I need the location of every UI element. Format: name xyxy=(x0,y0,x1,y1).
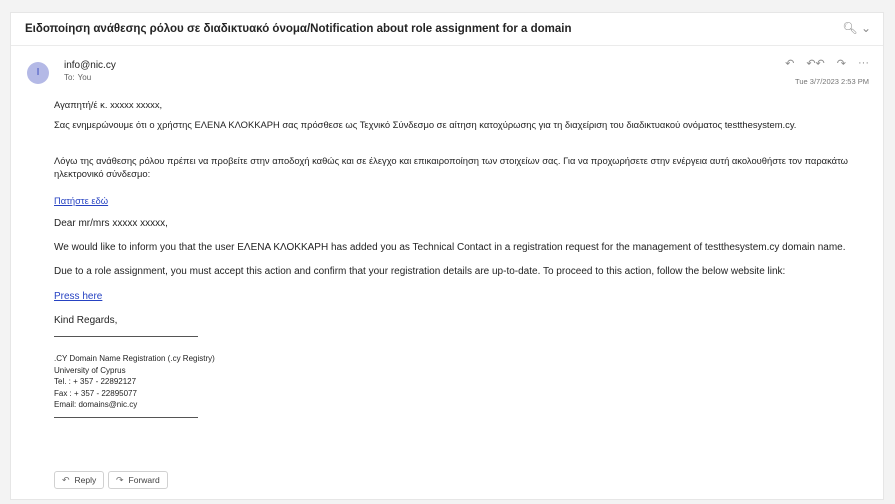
signature-university: University of Cyprus xyxy=(54,365,126,375)
greek-greeting: Αγαπητή/έ κ. xxxxx xxxxx, xyxy=(54,99,163,110)
email-subject: Ειδοποίηση ανάθεσης ρόλου σε διαδικτυακό… xyxy=(25,23,572,35)
closing-text: Kind Regards, xyxy=(54,315,118,326)
signature-fax: Fax : + 357 - 22895077 xyxy=(54,388,137,398)
english-paragraph-1: We would like to inform you that the use… xyxy=(54,242,846,253)
greek-paragraph-2: Λόγω της ανάθεσης ρόλου πρέπει να προβεί… xyxy=(54,155,848,179)
english-paragraph-2: Due to a role assignment, you must accep… xyxy=(54,266,786,277)
english-greeting: Dear mr/mrs xxxxx xxxxx, xyxy=(54,218,168,229)
signature-block: .CY Domain Name Registration (.cy Regist… xyxy=(54,353,215,411)
reply-icon: ↶ xyxy=(62,474,70,485)
reply-icon[interactable]: ↶ xyxy=(785,57,794,70)
forward-button-label: Forward xyxy=(128,475,160,485)
signature-divider-top xyxy=(54,336,198,337)
forward-icon[interactable]: ↷ xyxy=(837,57,846,70)
greek-link[interactable]: Πατήστε εδώ xyxy=(54,195,108,208)
signature-email: Email: domains@nic.cy xyxy=(54,400,138,409)
zoom-icon[interactable]: 🔍︎ xyxy=(842,21,857,35)
signature-tel: Tel. : + 357 - 22892127 xyxy=(54,377,137,386)
timestamp: Tue 3/7/2023 2:53 PM xyxy=(795,77,869,86)
english-link[interactable]: Press here xyxy=(54,291,102,304)
more-icon[interactable]: ··· xyxy=(858,57,869,70)
to-label: To: xyxy=(64,73,75,82)
email-card: Ειδοποίηση ανάθεσης ρόλου σε διαδικτυακό… xyxy=(10,12,884,500)
reply-button-label: Reply xyxy=(74,475,97,485)
chevron-down-icon[interactable]: ⌄ xyxy=(861,21,871,35)
recipient-line: To: You xyxy=(64,73,94,82)
reply-button[interactable]: ↶ Reply xyxy=(54,471,105,489)
avatar: I xyxy=(27,62,49,84)
subject-bar: Ειδοποίηση ανάθεσης ρόλου σε διαδικτυακό… xyxy=(11,13,883,46)
to-value: You xyxy=(77,73,92,82)
forward-icon: ↷ xyxy=(116,474,124,485)
reply-all-icon[interactable]: ↶↶ xyxy=(806,57,824,70)
forward-button[interactable]: ↷ Forward xyxy=(108,471,168,489)
zoom-control[interactable]: 🔍︎ ⌄ xyxy=(842,21,871,35)
sender-email[interactable]: info@nic.cy xyxy=(64,60,116,71)
signature-org: .CY Domain Name Registration (.cy Regist… xyxy=(54,354,215,363)
greek-paragraph-1: Σας ενημερώνουμε ότι ο χρήστης ΕΛΕΝΑ ΚΛΟ… xyxy=(54,119,797,130)
signature-divider-bottom xyxy=(54,417,198,418)
message-actions: ↶ ↶↶ ↷ ··· xyxy=(785,57,869,70)
